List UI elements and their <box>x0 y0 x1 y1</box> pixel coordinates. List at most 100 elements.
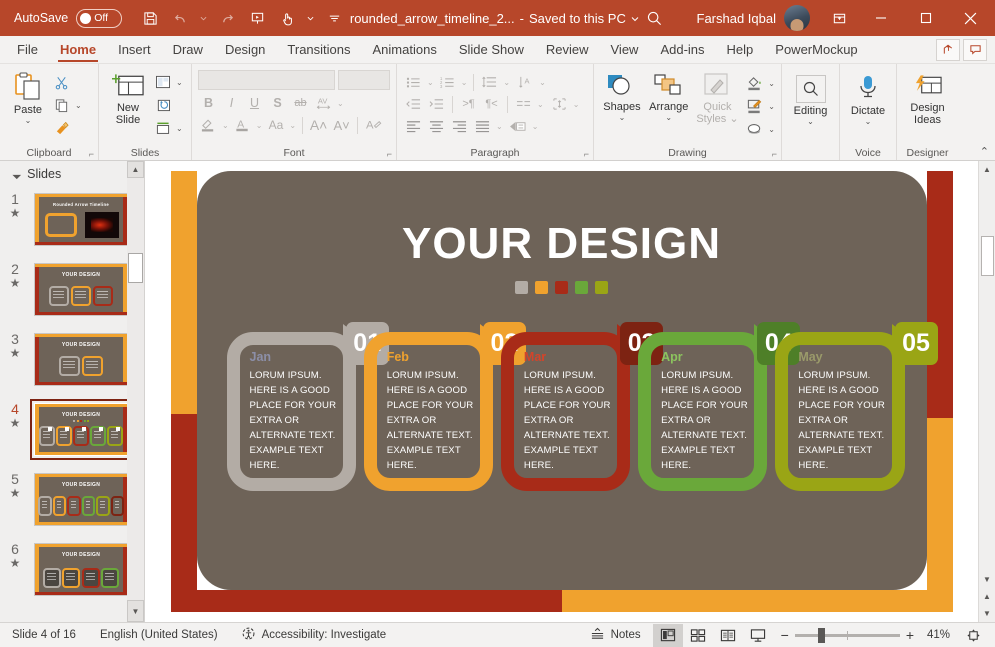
shapes-button[interactable]: Shapes ⌄ <box>599 70 645 122</box>
font-dialog-launcher-icon[interactable]: ⌐ <box>387 149 392 159</box>
tab-file[interactable]: File <box>6 36 49 63</box>
bold-button[interactable]: B <box>198 93 219 114</box>
shape-fill-chevron-icon[interactable]: ⌄ <box>767 79 776 88</box>
copy-chevron-icon[interactable]: ⌄ <box>74 101 83 110</box>
zoom-in-icon[interactable]: + <box>906 627 914 643</box>
maximize-icon[interactable] <box>903 0 948 36</box>
shape-fill-icon[interactable] <box>744 73 765 94</box>
accessibility-status[interactable]: Accessibility: Investigate <box>230 627 399 644</box>
dictate-chevron-icon[interactable]: ⌄ <box>865 117 872 126</box>
justify-chevron-icon[interactable]: ⌄ <box>495 122 504 131</box>
strikethrough-button[interactable]: ab <box>290 93 311 114</box>
font-size-input[interactable] <box>338 70 390 90</box>
decrease-font-size-button[interactable]: A˅ <box>331 115 352 136</box>
text-highlight-icon[interactable] <box>198 115 219 136</box>
change-case-button[interactable]: Aa <box>265 115 286 136</box>
close-icon[interactable] <box>948 0 993 36</box>
fit-to-window-icon[interactable] <box>958 624 988 647</box>
shape-effects-icon[interactable] <box>744 119 765 140</box>
thumbnail-slide-2[interactable]: 2 ★ YOUR DESIGN <box>0 259 144 329</box>
collapse-ribbon-icon[interactable]: ⌃ <box>980 145 989 158</box>
touch-mode-chevron-icon[interactable] <box>303 5 318 31</box>
character-spacing-icon[interactable]: AV <box>313 93 334 114</box>
editing-chevron-icon[interactable]: ⌄ <box>807 117 814 126</box>
layout-chevron-icon[interactable]: ⌄ <box>175 78 184 87</box>
tab-home[interactable]: Home <box>49 36 107 63</box>
editor-scrollbar[interactable]: ▲ ▼ ▲ ▼ <box>978 161 995 622</box>
increase-indent-icon[interactable] <box>426 94 447 115</box>
arrange-chevron-icon[interactable]: ⌄ <box>665 113 672 122</box>
language-indicator[interactable]: English (United States) <box>88 629 230 641</box>
drawing-dialog-launcher-icon[interactable]: ⌐ <box>772 149 777 159</box>
align-text-icon[interactable] <box>549 94 570 115</box>
paste-chevron-icon[interactable]: ⌄ <box>25 116 32 125</box>
tab-help[interactable]: Help <box>716 36 765 63</box>
section-chevron-icon[interactable]: ⌄ <box>175 124 184 133</box>
tab-powermockup[interactable]: PowerMockup <box>764 36 868 63</box>
font-color-chevron-icon[interactable]: ⌄ <box>255 121 264 130</box>
layout-icon[interactable] <box>152 72 173 93</box>
tab-animations[interactable]: Animations <box>362 36 448 63</box>
text-shadow-button[interactable]: S <box>267 93 288 114</box>
tab-transitions[interactable]: Transitions <box>276 36 361 63</box>
thumbnail-slide-1[interactable]: 1 ★ Rounded Arrow Timeline <box>0 189 144 259</box>
numbering-chevron-icon[interactable]: ⌄ <box>460 78 469 87</box>
scrollbar-track[interactable] <box>979 178 995 571</box>
left-to-right-icon[interactable]: ¶< <box>481 94 502 115</box>
previous-slide-icon[interactable]: ▲ <box>979 588 995 605</box>
normal-view-icon[interactable] <box>652 623 683 647</box>
shape-outline-icon[interactable] <box>744 96 765 117</box>
redo-icon[interactable] <box>213 5 241 31</box>
user-name[interactable]: Farshad Iqbal <box>697 11 777 26</box>
line-spacing-icon[interactable] <box>479 72 500 93</box>
shapes-chevron-icon[interactable]: ⌄ <box>619 113 626 122</box>
timeline-segment-02[interactable]: 02 Feb LORUM IPSUM. HERE IS A GOOD PLACE… <box>363 322 526 491</box>
slide-canvas[interactable]: YOUR DESIGN 01 Jan LORUM IPSUM. HERE IS … <box>170 171 953 612</box>
timeline-segment-04[interactable]: 04 Apr LORUM IPSUM. HERE IS A GOOD PLACE… <box>638 322 801 491</box>
paragraph-dialog-launcher-icon[interactable]: ⌐ <box>584 149 589 159</box>
autosave-toggle[interactable]: Off <box>76 8 123 28</box>
shape-outline-chevron-icon[interactable]: ⌄ <box>767 102 776 111</box>
zoom-slider-handle[interactable] <box>817 627 825 643</box>
scrollbar-thumb[interactable] <box>980 236 994 276</box>
reset-icon[interactable] <box>152 95 173 116</box>
font-name-input[interactable] <box>198 70 335 90</box>
format-painter-icon[interactable] <box>51 118 72 139</box>
slide-counter[interactable]: Slide 4 of 16 <box>0 629 88 641</box>
bullets-chevron-icon[interactable]: ⌄ <box>426 78 435 87</box>
thumbnail-slide-5[interactable]: 5 ★ YOUR DESIGN <box>0 469 144 539</box>
save-icon[interactable] <box>136 5 164 31</box>
share-icon[interactable] <box>936 38 960 61</box>
align-right-icon[interactable] <box>449 116 470 137</box>
next-slide-icon[interactable]: ▼ <box>979 605 995 622</box>
scrollbar-thumb[interactable] <box>128 253 143 283</box>
highlight-chevron-icon[interactable]: ⌄ <box>221 121 230 130</box>
increase-font-size-button[interactable]: A˄ <box>308 115 329 136</box>
thumbnail-slide-4[interactable]: 4 ★ YOUR DESIGN <box>0 399 144 469</box>
undo-dropdown-chevron-icon[interactable] <box>196 5 211 31</box>
character-spacing-chevron-icon[interactable]: ⌄ <box>336 99 345 108</box>
columns-icon[interactable] <box>513 94 534 115</box>
slide-canvas-area[interactable]: YOUR DESIGN 01 Jan LORUM IPSUM. HERE IS … <box>145 161 978 622</box>
search-icon[interactable] <box>641 5 669 31</box>
text-direction-chevron-icon[interactable]: ⌄ <box>538 78 547 87</box>
minimize-icon[interactable] <box>858 0 903 36</box>
slide-show-icon[interactable] <box>743 624 773 647</box>
align-left-icon[interactable] <box>403 116 424 137</box>
timeline-segment-01[interactable]: 01 Jan LORUM IPSUM. HERE IS A GOOD PLACE… <box>226 322 389 491</box>
thumbnail-scrollbar[interactable]: ▲ ▼ <box>127 161 144 622</box>
align-center-icon[interactable] <box>426 116 447 137</box>
thumbnail-slide-6[interactable]: 6 ★ YOUR DESIGN <box>0 539 144 609</box>
ribbon-display-options-icon[interactable] <box>820 0 858 36</box>
tab-insert[interactable]: Insert <box>107 36 162 63</box>
underline-button[interactable]: U <box>244 93 265 114</box>
line-spacing-chevron-icon[interactable]: ⌄ <box>502 78 511 87</box>
scroll-down-icon[interactable]: ▼ <box>127 600 144 622</box>
slide-title[interactable]: YOUR DESIGN <box>197 219 927 269</box>
tab-review[interactable]: Review <box>535 36 600 63</box>
timeline-segment-03[interactable]: 03 Mar LORUM IPSUM. HERE IS A GOOD PLACE… <box>500 322 664 491</box>
text-direction-icon[interactable]: A <box>515 72 536 93</box>
change-case-chevron-icon[interactable]: ⌄ <box>288 121 297 130</box>
undo-icon[interactable] <box>166 5 194 31</box>
decrease-indent-icon[interactable] <box>403 94 424 115</box>
